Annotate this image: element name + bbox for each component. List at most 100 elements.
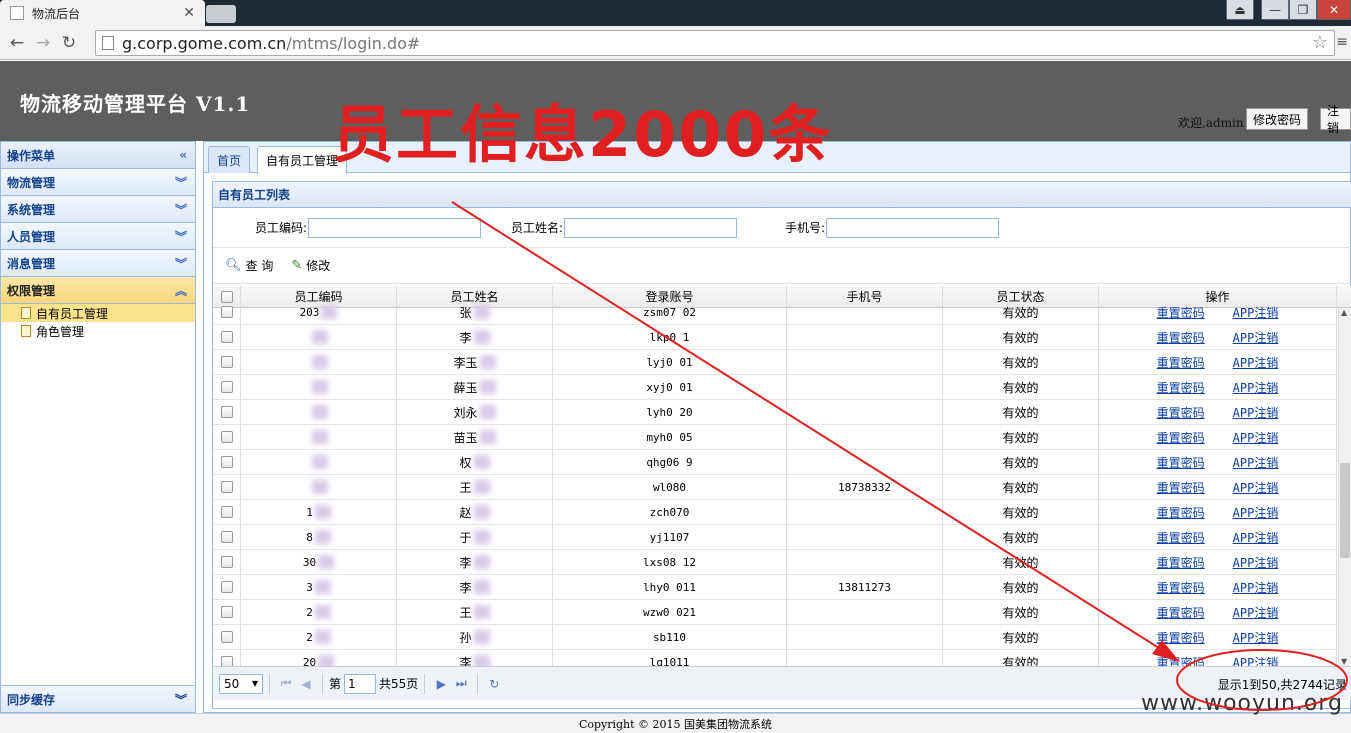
window-close-icon[interactable]: ✕ — [1317, 0, 1351, 20]
maximize-icon[interactable]: ❐ — [1289, 0, 1317, 20]
row-checkbox[interactable] — [220, 581, 233, 593]
emp-code-input[interactable] — [308, 217, 481, 238]
app-logout-link[interactable]: APP注销 — [1233, 504, 1279, 521]
row-checkbox[interactable] — [220, 356, 233, 368]
browser-menu-icon[interactable]: ≡ — [1336, 34, 1348, 50]
reset-password-link[interactable]: 重置密码 — [1157, 304, 1205, 321]
scroll-thumb[interactable] — [1340, 463, 1350, 558]
collapse-sidebar-icon[interactable]: « — [179, 148, 187, 162]
reset-password-link[interactable]: 重置密码 — [1157, 654, 1205, 667]
sidebar-item-own-employees[interactable]: 自有员工管理 — [1, 304, 195, 322]
sidebar-item-roles[interactable]: 角色管理 — [1, 322, 195, 340]
reload-icon[interactable]: ↻ — [56, 33, 82, 53]
table-row[interactable]: 刘永 lyh0 20 有效的 重置密码 APP注销 — [213, 400, 1351, 425]
row-checkbox[interactable] — [220, 506, 233, 518]
app-logout-link[interactable]: APP注销 — [1233, 604, 1279, 621]
logout-button[interactable]: 注销 — [1320, 104, 1351, 135]
reset-password-link[interactable]: 重置密码 — [1157, 429, 1205, 446]
last-page-icon[interactable]: ⏭ — [451, 676, 471, 691]
tab-home[interactable]: 首页 — [208, 146, 251, 173]
row-checkbox[interactable] — [220, 531, 233, 543]
table-row[interactable]: 203 张 zsm07 02 有效的 重置密码 APP注销 — [213, 300, 1351, 325]
edit-button[interactable]: ✎ 修改 — [291, 257, 330, 274]
row-checkbox[interactable] — [220, 381, 233, 393]
address-bar[interactable]: g.corp.gome.com.cn/mtms/login.do# ☆ — [95, 30, 1335, 56]
page-number-input[interactable]: 1 — [344, 673, 377, 694]
row-checkbox[interactable] — [220, 406, 233, 418]
reset-password-link[interactable]: 重置密码 — [1157, 554, 1205, 571]
forward-icon[interactable]: → — [30, 33, 56, 53]
scroll-up-icon[interactable]: ▲ — [1341, 308, 1347, 317]
phone-input[interactable] — [826, 217, 999, 238]
app-logout-link[interactable]: APP注销 — [1233, 304, 1279, 321]
table-row[interactable]: 3 李 lhy0 011 13811273 有效的 重置密码 APP注销 — [213, 575, 1351, 600]
app-logout-link[interactable]: APP注销 — [1233, 654, 1279, 667]
table-row[interactable]: 8 于 yj1107 有效的 重置密码 APP注销 — [213, 525, 1351, 550]
reset-password-link[interactable]: 重置密码 — [1157, 329, 1205, 346]
reset-password-link[interactable]: 重置密码 — [1157, 629, 1205, 646]
row-checkbox[interactable] — [220, 306, 233, 318]
query-button[interactable]: 🔍︎ 查 询 — [225, 257, 273, 274]
table-row[interactable]: 苗玉 myh0 05 有效的 重置密码 APP注销 — [213, 425, 1351, 450]
reset-password-link[interactable]: 重置密码 — [1157, 379, 1205, 396]
change-password-button[interactable]: 修改密码 — [1246, 108, 1309, 130]
app-logout-link[interactable]: APP注销 — [1233, 404, 1279, 421]
sidebar-section-permissions[interactable]: 权限管理 ︽ — [1, 277, 195, 304]
table-row[interactable]: 王 wl080 18738332 有效的 重置密码 APP注销 — [213, 475, 1351, 500]
app-logout-link[interactable]: APP注销 — [1233, 479, 1279, 496]
row-checkbox[interactable] — [220, 331, 233, 343]
reset-password-link[interactable]: 重置密码 — [1157, 604, 1205, 621]
table-row[interactable]: 30 李 lxs08 12 有效的 重置密码 APP注销 — [213, 550, 1351, 575]
app-logout-link[interactable]: APP注销 — [1233, 554, 1279, 571]
sidebar-section-system[interactable]: 系统管理 ︾ — [1, 196, 195, 223]
app-logout-link[interactable]: APP注销 — [1233, 529, 1279, 546]
scroll-down-icon[interactable]: ▼ — [1341, 657, 1347, 666]
grid-scrollbar[interactable]: ▲ ▼ — [1338, 308, 1351, 666]
row-checkbox[interactable] — [220, 481, 233, 493]
emp-name-input[interactable] — [564, 217, 737, 238]
sidebar-section-sync-cache[interactable]: 同步缓存 ︾ — [1, 685, 195, 712]
minimize-icon[interactable]: — — [1261, 0, 1289, 20]
app-logout-link[interactable]: APP注销 — [1233, 454, 1279, 471]
table-row[interactable]: 李 lkp0 1 有效的 重置密码 APP注销 — [213, 325, 1351, 350]
app-logout-link[interactable]: APP注销 — [1233, 354, 1279, 371]
sidebar-section-personnel[interactable]: 人员管理 ︾ — [1, 223, 195, 250]
table-row[interactable]: 2 王 wzw0 021 有效的 重置密码 APP注销 — [213, 600, 1351, 625]
reset-password-link[interactable]: 重置密码 — [1157, 354, 1205, 371]
row-checkbox[interactable] — [220, 606, 233, 618]
user-icon[interactable]: ⏏ — [1226, 0, 1254, 20]
row-checkbox[interactable] — [220, 656, 233, 666]
table-row[interactable]: 1 赵 zch070 有效的 重置密码 APP注销 — [213, 500, 1351, 525]
table-row[interactable]: 2 孙 sb110 有效的 重置密码 APP注销 — [213, 625, 1351, 650]
prev-page-icon[interactable]: ◀ — [296, 677, 316, 691]
bookmark-star-icon[interactable]: ☆ — [1312, 32, 1328, 53]
reset-password-link[interactable]: 重置密码 — [1157, 404, 1205, 421]
page-size-select[interactable]: 50 ▼ — [219, 673, 263, 694]
sidebar-section-logistics[interactable]: 物流管理 ︾ — [1, 169, 195, 196]
app-logout-link[interactable]: APP注销 — [1233, 329, 1279, 346]
table-row[interactable]: 薛玉 xyj0 01 有效的 重置密码 APP注销 — [213, 375, 1351, 400]
close-tab-icon[interactable]: ✕ — [183, 5, 195, 21]
app-logout-link[interactable]: APP注销 — [1233, 429, 1279, 446]
browser-tab[interactable]: 物流后台 ✕ — [0, 0, 205, 26]
row-checkbox[interactable] — [220, 456, 233, 468]
table-row[interactable]: 20 李 lq1011 有效的 重置密码 APP注销 — [213, 650, 1351, 666]
refresh-icon[interactable]: ↻ — [484, 677, 504, 691]
table-row[interactable]: 权 qhg06 9 有效的 重置密码 APP注销 — [213, 450, 1351, 475]
reset-password-link[interactable]: 重置密码 — [1157, 579, 1205, 596]
app-logout-link[interactable]: APP注销 — [1233, 579, 1279, 596]
table-row[interactable]: 李玉 lyj0 01 有效的 重置密码 APP注销 — [213, 350, 1351, 375]
reset-password-link[interactable]: 重置密码 — [1157, 529, 1205, 546]
row-checkbox[interactable] — [220, 631, 233, 643]
back-icon[interactable]: ← — [4, 33, 30, 53]
next-page-icon[interactable]: ▶ — [431, 677, 451, 691]
app-logout-link[interactable]: APP注销 — [1233, 379, 1279, 396]
sidebar-section-messages[interactable]: 消息管理 ︾ — [1, 250, 195, 277]
reset-password-link[interactable]: 重置密码 — [1157, 504, 1205, 521]
row-checkbox[interactable] — [220, 431, 233, 443]
first-page-icon[interactable]: ⏮ — [276, 676, 296, 691]
app-logout-link[interactable]: APP注销 — [1233, 629, 1279, 646]
new-tab-button[interactable] — [206, 5, 236, 23]
reset-password-link[interactable]: 重置密码 — [1157, 454, 1205, 471]
row-checkbox[interactable] — [220, 556, 233, 568]
